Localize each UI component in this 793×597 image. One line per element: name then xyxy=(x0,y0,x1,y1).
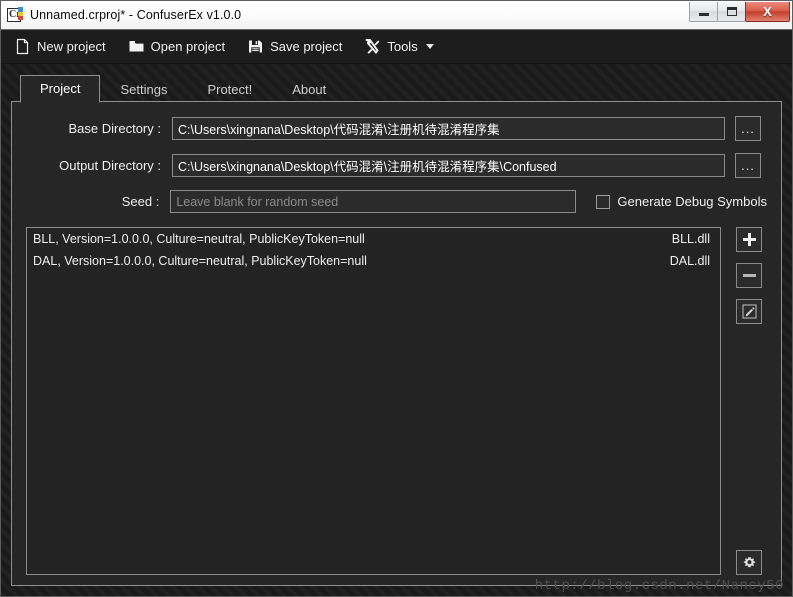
maximize-icon xyxy=(726,7,737,16)
tab-settings-label: Settings xyxy=(120,82,168,97)
chevron-down-icon xyxy=(425,44,434,49)
assembly-fullname: BLL, Version=1.0.0.0, Culture=neutral, P… xyxy=(33,232,365,246)
ellipsis-icon: ... xyxy=(741,157,755,173)
pencil-edit-icon xyxy=(741,304,757,319)
tools-menu-button[interactable]: Tools xyxy=(362,35,435,58)
assembly-list-region: BLL, Version=1.0.0.0, Culture=neutral, P… xyxy=(26,227,767,575)
close-icon: X xyxy=(763,4,772,19)
confuserex-icon: Cr xyxy=(6,6,23,24)
generate-debug-symbols-checkbox[interactable]: Generate Debug Symbols xyxy=(596,194,767,209)
ellipsis-icon: ... xyxy=(741,120,755,136)
title-bar: Cr Unnamed.crproj* - ConfuserEx v1.0.0 X xyxy=(1,1,792,30)
list-item[interactable]: DAL, Version=1.0.0.0, Culture=neutral, P… xyxy=(27,250,720,272)
list-item[interactable]: BLL, Version=1.0.0.0, Culture=neutral, P… xyxy=(27,228,720,250)
remove-assembly-button[interactable] xyxy=(736,263,762,288)
assembly-filename: DAL.dll xyxy=(669,254,710,268)
checkbox-box xyxy=(596,194,611,209)
tab-settings[interactable]: Settings xyxy=(100,76,187,103)
seed-row: Seed : Leave blank for random seed Gener… xyxy=(26,190,767,213)
application-window: Cr Unnamed.crproj* - ConfuserEx v1.0.0 X xyxy=(0,0,793,597)
window-controls: X xyxy=(689,2,790,24)
plus-icon xyxy=(742,233,756,246)
output-directory-row: Output Directory : C:\Users\xingnana\Des… xyxy=(26,153,767,178)
tab-protect[interactable]: Protect! xyxy=(187,76,272,103)
assembly-list[interactable]: BLL, Version=1.0.0.0, Culture=neutral, P… xyxy=(26,227,721,575)
window-title: Unnamed.crproj* - ConfuserEx v1.0.0 xyxy=(30,8,242,22)
open-project-label: Open project xyxy=(150,39,226,54)
minimize-icon xyxy=(698,12,709,16)
tools-hammer-wrench-icon xyxy=(365,39,380,55)
assembly-filename: BLL.dll xyxy=(671,232,710,246)
output-directory-browse-button[interactable]: ... xyxy=(735,153,761,178)
seed-input[interactable]: Leave blank for random seed xyxy=(170,190,577,213)
new-document-icon xyxy=(16,38,29,55)
base-directory-input[interactable]: C:\Users\xingnana\Desktop\代码混淆\注册机待混淆程序集 xyxy=(172,117,725,140)
save-project-button[interactable]: Save project xyxy=(245,35,344,58)
add-assembly-button[interactable] xyxy=(736,227,762,252)
base-directory-label: Base Directory : xyxy=(68,121,161,136)
base-directory-row: Base Directory : C:\Users\xingnana\Deskt… xyxy=(26,116,767,141)
content-area: Project Settings Protect! About Base Dir… xyxy=(1,64,792,596)
tab-protect-label: Protect! xyxy=(207,82,253,97)
assembly-fullname: DAL, Version=1.0.0.0, Culture=neutral, P… xyxy=(33,254,367,268)
minus-icon xyxy=(742,274,756,277)
assembly-settings-button[interactable] xyxy=(736,550,762,575)
output-directory-input[interactable]: C:\Users\xingnana\Desktop\代码混淆\注册机待混淆程序集… xyxy=(172,154,725,177)
seed-label: Seed : xyxy=(121,194,160,209)
base-directory-browse-button[interactable]: ... xyxy=(735,116,761,141)
open-folder-icon xyxy=(129,41,144,52)
tools-label: Tools xyxy=(387,39,418,54)
tab-about-label: About xyxy=(292,82,327,97)
minimize-button[interactable] xyxy=(689,2,718,22)
tab-about[interactable]: About xyxy=(272,76,346,103)
close-button[interactable]: X xyxy=(745,2,790,22)
save-project-label: Save project xyxy=(270,39,343,54)
tab-bar: Project Settings Protect! About xyxy=(11,73,782,103)
tab-project[interactable]: Project xyxy=(20,75,101,103)
new-project-label: New project xyxy=(37,39,106,54)
edit-assembly-button[interactable] xyxy=(736,299,762,324)
maximize-button[interactable] xyxy=(717,2,746,22)
output-directory-label: Output Directory : xyxy=(59,158,161,173)
main-toolbar: New project Open project Save project To… xyxy=(1,30,792,64)
floppy-disk-icon xyxy=(249,40,263,53)
assembly-list-buttons xyxy=(721,227,767,575)
generate-debug-symbols-label: Generate Debug Symbols xyxy=(617,194,767,209)
new-project-button[interactable]: New project xyxy=(12,35,108,58)
open-project-button[interactable]: Open project xyxy=(126,35,227,58)
gear-icon xyxy=(743,557,755,568)
project-tab-panel: Base Directory : C:\Users\xingnana\Deskt… xyxy=(11,101,782,586)
tab-project-label: Project xyxy=(40,81,81,96)
